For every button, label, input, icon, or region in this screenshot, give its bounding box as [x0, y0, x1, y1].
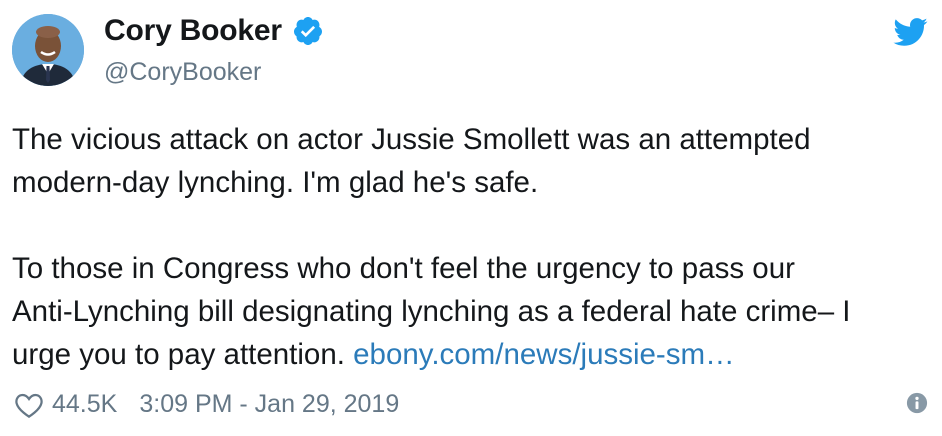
twitter-bird-icon[interactable]	[892, 14, 928, 50]
tweet-line: To those in Congress who don't feel the …	[12, 252, 795, 285]
article-link[interactable]: ebony.com/news/jussie-sm…	[353, 338, 734, 371]
info-icon[interactable]	[906, 392, 928, 414]
avatar[interactable]	[12, 14, 84, 86]
heart-icon[interactable]	[14, 391, 44, 419]
tweet-paragraph-1: The vicious attack on actor Jussie Smoll…	[12, 118, 930, 204]
tweet-line: modern-day lynching. I'm glad he's safe.	[12, 166, 539, 199]
tweet-footer: 44.5K 3:09 PM - Jan 29, 2019	[14, 390, 928, 419]
author-handle[interactable]: @CoryBooker	[104, 58, 261, 87]
author-name-row: Cory Booker	[104, 14, 324, 48]
tweet-line: Anti-Lynching bill designating lynching …	[12, 295, 851, 328]
tweet-card: Cory Booker @CoryBooker The vicious atta…	[0, 0, 942, 436]
timestamp[interactable]: 3:09 PM - Jan 29, 2019	[139, 390, 399, 419]
author-name[interactable]: Cory Booker	[104, 14, 282, 48]
like-count[interactable]: 44.5K	[52, 390, 117, 419]
tweet-text: The vicious attack on actor Jussie Smoll…	[12, 118, 930, 376]
verified-badge-icon	[292, 15, 324, 47]
tweet-line: The vicious attack on actor Jussie Smoll…	[12, 123, 811, 156]
tweet-paragraph-2: To those in Congress who don't feel the …	[12, 247, 930, 376]
tweet-line: urge you to pay attention.	[12, 338, 345, 371]
